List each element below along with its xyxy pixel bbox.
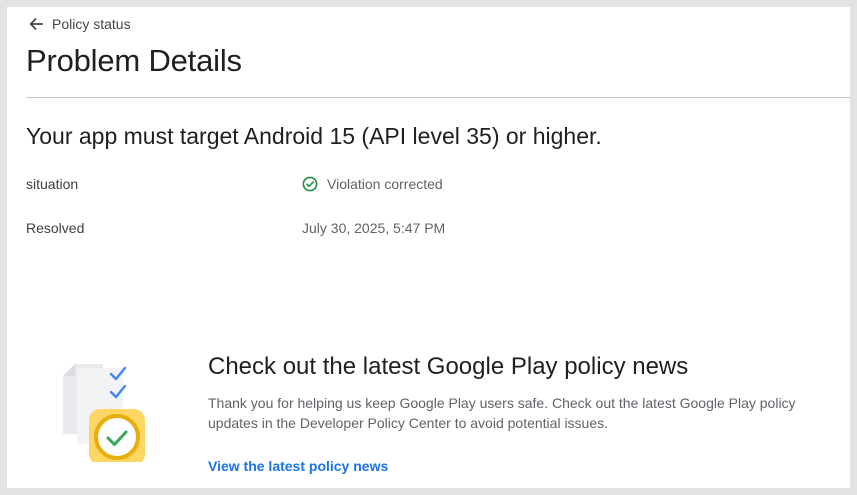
policy-checklist-illustration <box>63 364 145 462</box>
view-policy-news-link[interactable]: View the latest policy news <box>208 458 388 474</box>
page-title: Problem Details <box>26 43 242 78</box>
resolved-label: Resolved <box>26 220 85 236</box>
problem-details-card: Policy status Problem Details Your app m… <box>7 7 850 488</box>
header-divider <box>26 97 850 98</box>
back-arrow-icon <box>29 17 43 31</box>
situation-value-text: Violation corrected <box>327 176 443 192</box>
back-label[interactable]: Policy status <box>52 16 131 32</box>
policy-news-title: Check out the latest Google Play policy … <box>208 353 689 380</box>
check-circle-icon <box>302 176 318 192</box>
situation-value: Violation corrected <box>302 176 443 192</box>
policy-news-description: Thank you for helping us keep Google Pla… <box>208 395 796 431</box>
back-to-policy-status[interactable]: Policy status <box>28 15 131 33</box>
resolved-value: July 30, 2025, 5:47 PM <box>302 220 446 236</box>
situation-label: situation <box>26 176 79 192</box>
problem-title: Your app must target Android 15 (API lev… <box>26 123 602 149</box>
